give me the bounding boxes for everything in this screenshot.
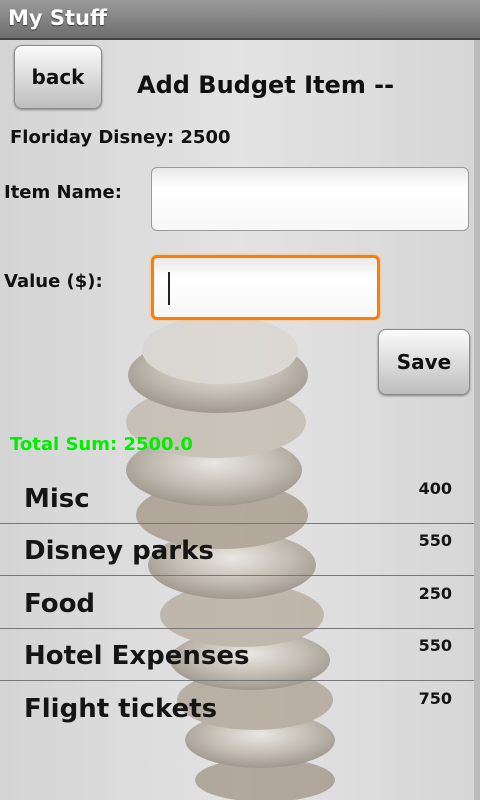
total-sum: Total Sum: 2500.0 [10, 434, 193, 455]
save-button[interactable]: Save [378, 329, 470, 395]
item-name: Disney parks [24, 536, 214, 566]
value-label: Value ($): [4, 271, 103, 292]
main-content: back Add Budget Item -- Floriday Disney:… [0, 40, 480, 800]
item-value: 550 [418, 636, 452, 655]
item-name: Misc [24, 484, 90, 514]
item-value: 400 [418, 479, 452, 498]
budget-item-list: Misc 400 Disney parks 550 Food 250 Hotel… [0, 472, 476, 800]
page-title: Add Budget Item -- [137, 71, 395, 99]
item-name: Flight tickets [24, 694, 218, 724]
scrollbar[interactable] [474, 40, 480, 800]
item-name-label: Item Name: [4, 182, 122, 203]
item-value: 750 [418, 689, 452, 708]
list-item[interactable]: Disney parks 550 [0, 524, 476, 576]
item-name: Food [24, 589, 96, 619]
title-bar: My Stuff [0, 0, 480, 40]
value-input[interactable] [151, 255, 380, 320]
item-value: 250 [418, 584, 452, 603]
item-name-input[interactable] [151, 167, 469, 231]
list-item[interactable]: Flight tickets 750 [0, 682, 476, 734]
list-item[interactable]: Misc 400 [0, 472, 476, 524]
item-value: 550 [418, 531, 452, 550]
list-item[interactable]: Hotel Expenses 550 [0, 629, 476, 681]
item-name: Hotel Expenses [24, 641, 250, 671]
budget-summary: Floriday Disney: 2500 [10, 127, 231, 148]
list-item[interactable]: Food 250 [0, 577, 476, 629]
back-button[interactable]: back [14, 45, 102, 109]
app-title: My Stuff [8, 6, 108, 30]
text-cursor [168, 272, 170, 305]
